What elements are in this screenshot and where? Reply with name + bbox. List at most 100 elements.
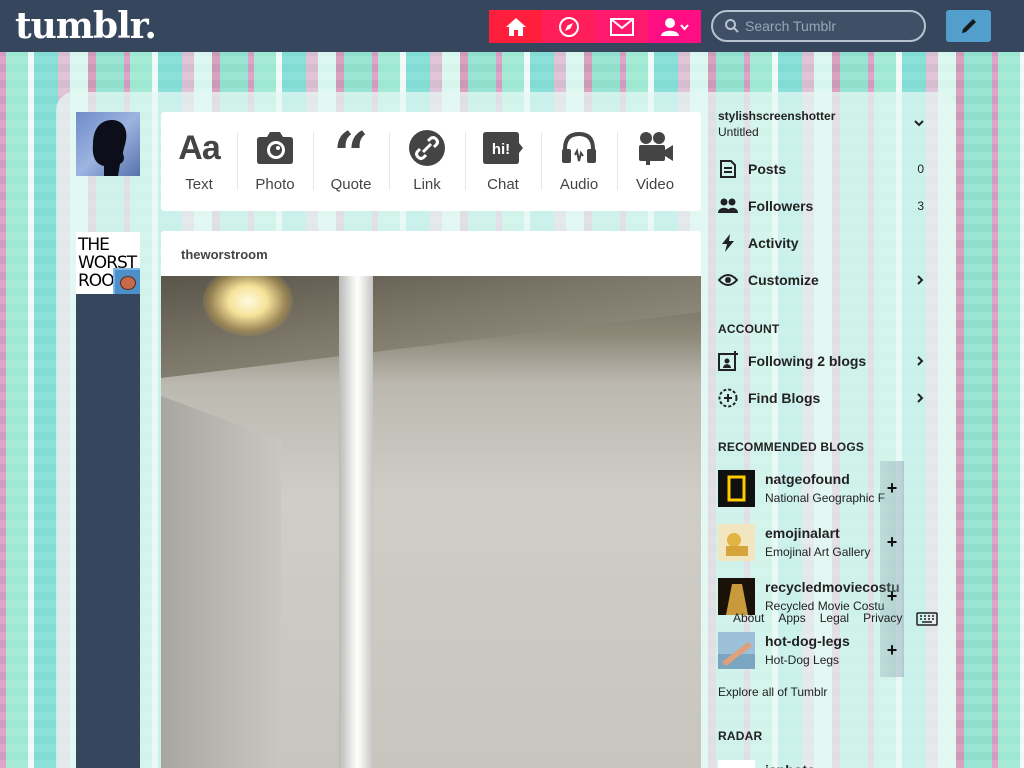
followers-count: 3	[917, 199, 924, 213]
plus-icon: +	[886, 532, 898, 552]
plus-icon: +	[886, 586, 898, 606]
headphones-icon	[560, 130, 598, 166]
account-subtitle: Untitled	[718, 125, 759, 139]
account-name: stylishscreenshotter	[718, 109, 836, 123]
menu-customize-label: Customize	[748, 272, 819, 288]
followers-icon	[718, 196, 738, 216]
eye-icon	[718, 270, 738, 290]
post-type-video[interactable]: Video	[617, 112, 693, 211]
footer-about-link[interactable]: About	[733, 611, 764, 625]
post-type-quote[interactable]: “ Quote	[313, 112, 389, 211]
post-type-photo[interactable]: Photo	[237, 112, 313, 211]
post-type-label: Audio	[559, 176, 599, 193]
search-input[interactable]	[745, 16, 915, 36]
post-type-bar: Aa Text Photo “ Quote Link hi! Chat Audi…	[161, 112, 701, 211]
recommended-section-title: RECOMMENDED BLOGS	[718, 440, 865, 454]
menu-following-label: Following 2 blogs	[748, 353, 867, 369]
chat-icon: hi!	[483, 130, 523, 166]
nav-explore-button[interactable]	[542, 10, 595, 43]
explore-all-link[interactable]: Explore all of Tumblr	[718, 685, 827, 699]
footer-apps-link[interactable]: Apps	[778, 611, 805, 625]
radar-section-title: RADAR	[718, 729, 763, 743]
quote-icon: “	[333, 118, 369, 191]
camera-icon	[256, 130, 294, 166]
nav-home-button[interactable]	[489, 10, 542, 43]
account-switcher[interactable]: stylishscreenshotter Untitled	[718, 108, 930, 146]
link-icon	[408, 130, 446, 166]
menu-followers-label: Followers	[748, 198, 814, 214]
menu-posts-label: Posts	[748, 161, 787, 177]
compose-button[interactable]	[946, 10, 991, 42]
account-icon	[660, 17, 689, 36]
user-silhouette-icon	[92, 120, 127, 176]
tumblr-logo[interactable]: tumblr.	[15, 6, 157, 46]
radar-post[interactable]: isphoto	[718, 760, 904, 768]
blog-avatar-recycledmoviecostu	[718, 578, 755, 615]
post-type-label: Quote	[330, 176, 372, 193]
post-card: theworstroom	[161, 231, 701, 768]
recommended-blog[interactable]: hot-dog-legs Hot-Dog Legs +	[718, 623, 904, 677]
post-type-text[interactable]: Aa Text	[161, 112, 237, 211]
follow-blog-button[interactable]: +	[880, 461, 904, 515]
blog-sidebar-strip	[76, 232, 140, 768]
svg-text:hi!: hi!	[492, 141, 510, 158]
post-type-link[interactable]: Link	[389, 112, 465, 211]
menu-followers[interactable]: Followers 3	[718, 193, 930, 219]
recommended-blog[interactable]: natgeofound National Geographic F +	[718, 461, 904, 515]
radar-avatar	[718, 760, 755, 768]
keyboard-icon[interactable]	[916, 612, 938, 626]
home-icon	[505, 17, 526, 36]
recommended-blog[interactable]: emojinalart Emojinal Art Gallery +	[718, 515, 904, 569]
right-sidebar: stylishscreenshotter Untitled Posts 0 Fo…	[718, 108, 940, 768]
chevron-right-icon	[917, 356, 924, 366]
chevron-down-icon	[914, 120, 924, 127]
follow-blog-button[interactable]: +	[880, 515, 904, 569]
menu-activity[interactable]: Activity	[718, 230, 930, 256]
search-icon	[725, 19, 739, 33]
post-type-chat[interactable]: hi! Chat	[465, 112, 541, 211]
plus-icon: +	[886, 640, 898, 660]
blog-avatar-hot-dog-legs	[718, 632, 755, 669]
account-section-title: ACCOUNT	[718, 322, 780, 336]
compass-icon	[558, 16, 579, 37]
post-photo[interactable]	[161, 276, 701, 768]
nav-inbox-button[interactable]	[595, 10, 648, 43]
top-header: tumblr.	[0, 0, 1024, 52]
plus-icon: +	[886, 478, 898, 498]
menu-find-blogs[interactable]: Find Blogs	[718, 385, 930, 411]
chevron-right-icon	[917, 275, 924, 285]
footer-legal-link[interactable]: Legal	[820, 611, 849, 625]
post-type-label: Link	[413, 176, 441, 193]
user-avatar[interactable]	[76, 112, 140, 176]
activity-icon	[718, 233, 738, 253]
post-type-label: Chat	[487, 176, 519, 193]
menu-customize[interactable]: Customize	[718, 267, 930, 293]
posts-icon	[718, 159, 738, 179]
blog-avatar[interactable]: THE WORST ROO	[76, 232, 140, 294]
menu-posts[interactable]: Posts 0	[718, 156, 930, 182]
post-blog-name[interactable]: theworstroom	[161, 231, 701, 276]
radar-blog-name: isphoto	[765, 762, 901, 768]
post-type-label: Text	[185, 176, 213, 193]
video-camera-icon	[636, 130, 674, 166]
menu-find-blogs-label: Find Blogs	[748, 390, 821, 406]
blog-avatar-emojinalart	[718, 524, 755, 561]
post-type-audio[interactable]: Audio	[541, 112, 617, 211]
menu-activity-label: Activity	[748, 235, 799, 251]
chevron-right-icon	[917, 393, 924, 403]
following-icon	[718, 351, 738, 371]
find-blogs-icon	[718, 388, 738, 408]
text-icon: Aa	[178, 129, 220, 167]
mail-icon	[609, 17, 634, 36]
main-nav	[489, 10, 701, 43]
blog-avatar-natgeofound	[718, 470, 755, 507]
post-type-label: Video	[635, 176, 675, 193]
nav-account-button[interactable]	[648, 10, 701, 43]
follow-blog-button[interactable]: +	[880, 623, 904, 677]
blog-mini-avatar	[113, 268, 140, 294]
search-box[interactable]	[711, 10, 926, 42]
menu-following[interactable]: Following 2 blogs	[718, 348, 930, 374]
pencil-icon	[961, 19, 976, 33]
posts-count: 0	[917, 162, 924, 176]
post-type-label: Photo	[255, 176, 295, 193]
